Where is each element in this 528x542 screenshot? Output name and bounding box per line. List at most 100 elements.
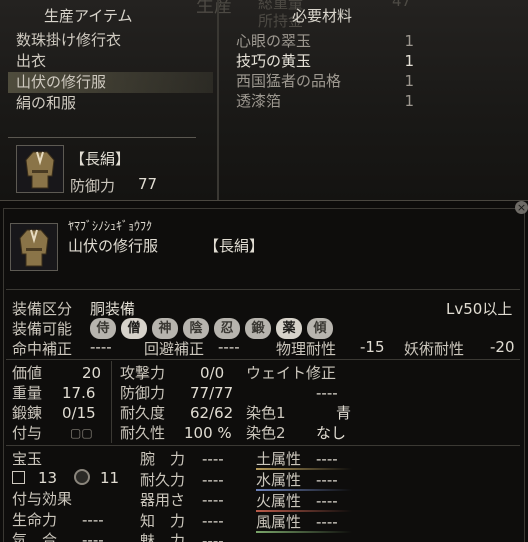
attribute-label: 知 力 [140, 511, 186, 530]
endurance-label: 耐久性 [120, 424, 166, 442]
ki-label: 気 合 [12, 531, 58, 542]
dye1-label: 染色1 [246, 404, 286, 422]
defense-label: 防御力 [120, 384, 166, 402]
hit-correction-label: 命中補正 [12, 340, 73, 358]
durability-label: 耐久度 [120, 404, 166, 422]
weight-value: 17.6 [62, 384, 96, 402]
equip-classes-label: 装備可能 [12, 320, 73, 338]
production-panel: 生産 総重量 所持金 47 生産アイテム 必要材料 数珠掛け修行衣 出衣 山伏の修行… [0, 0, 528, 200]
grant-slots: ▢▢ [70, 426, 93, 440]
element-value: ---- [316, 450, 338, 468]
class-tag: 傾 [307, 318, 333, 339]
ki-value: ---- [82, 531, 104, 542]
price-value: 20 [82, 364, 102, 382]
separator [6, 445, 520, 446]
item-grade: 【長絹】 [204, 237, 265, 255]
separator [111, 361, 112, 443]
defense-value: 77/77 [190, 384, 234, 402]
item-detail-panel: × ﾔﾏﾌﾞｼﾉｼｭｷﾞｮｳﾌｸ 山伏の修行服 【長絹】 装備区分 胴装備 Lv… [0, 200, 528, 542]
element-bar [256, 531, 352, 533]
material-quantity: 1 [404, 52, 414, 70]
robe-icon [25, 151, 55, 189]
element-label: 土属性 [256, 450, 302, 468]
class-tag: 忍 [214, 318, 240, 339]
life-value: ---- [82, 511, 104, 529]
material-row: 技巧の黄玉 1 [226, 51, 426, 71]
evade-correction-value: ---- [218, 338, 240, 356]
preview-defense-value: 77 [138, 175, 158, 193]
magic-resist-label: 妖術耐性 [404, 340, 465, 358]
magic-resist-value: -20 [490, 338, 515, 356]
hit-correction-value: ---- [90, 338, 112, 356]
class-tag: 鍛 [245, 318, 271, 339]
preview-grade: 【長絹】 [70, 150, 131, 168]
evade-correction-label: 回避補正 [144, 340, 205, 358]
physical-resist-value: -15 [360, 338, 385, 356]
material-quantity: 1 [404, 72, 414, 90]
item-icon [10, 223, 58, 271]
class-tag: 神 [152, 318, 178, 339]
endurance-value: 100 % [184, 424, 232, 442]
robe-icon [19, 229, 49, 267]
grant-label: 付与 [12, 424, 43, 442]
class-tag: 僧 [121, 318, 147, 339]
item-kana: ﾔﾏﾌﾞｼﾉｼｭｷﾞｮｳﾌｸ [68, 219, 153, 233]
attribute-value: ---- [202, 450, 224, 468]
attribute-label: 腕 力 [140, 450, 186, 468]
square-gem-count: 13 [38, 469, 58, 487]
material-row: 心眼の翠玉 1 [226, 31, 426, 51]
material-row: 西国猛者の品格 1 [226, 71, 426, 91]
circle-gem-count: 11 [100, 469, 120, 487]
dye1-value: 青 [336, 404, 352, 422]
element-label: 水属性 [256, 471, 302, 489]
material-quantity: 1 [404, 92, 414, 110]
production-item[interactable]: 絹の和服 [8, 93, 213, 114]
material-name: 技巧の黄玉 [236, 52, 312, 70]
production-item[interactable]: 出衣 [8, 51, 213, 72]
column-divider [217, 0, 219, 200]
forge-label: 鍛錬 [12, 404, 43, 422]
separator [6, 289, 520, 290]
physical-resist-label: 物理耐性 [276, 340, 337, 358]
circle-gem-icon [74, 469, 90, 485]
class-tag: 陰 [183, 318, 209, 339]
attribute-label: 魅 力 [140, 532, 186, 542]
attack-value: 0/0 [200, 364, 225, 382]
element-value: ---- [316, 471, 338, 489]
preview-defense-label: 防御力 [70, 177, 116, 195]
grant-effect-label: 付与効果 [12, 490, 73, 508]
attack-label: 攻撃力 [120, 364, 166, 382]
close-button[interactable]: × [515, 201, 528, 214]
attribute-label: 器用さ [140, 491, 186, 509]
square-gem-icon [12, 471, 25, 484]
preview-item-icon [16, 145, 64, 193]
material-name: 西国猛者の品格 [236, 72, 342, 90]
dye2-value: なし [316, 424, 347, 442]
attribute-value: ---- [202, 511, 224, 530]
level-requirement: Lv50以上 [446, 300, 513, 318]
attribute-label: 耐久力 [140, 470, 186, 489]
class-tag: 薬 [276, 318, 302, 339]
element-value: ---- [316, 513, 338, 531]
bg-production-title: 生産 [196, 0, 232, 17]
element-label: 風属性 [256, 513, 302, 531]
gem-label: 宝玉 [12, 450, 43, 468]
weight-mod-value: ---- [316, 384, 338, 402]
bg-number: 47 [392, 0, 412, 10]
price-label: 価値 [12, 364, 43, 382]
material-quantity: 1 [404, 32, 414, 50]
material-row: 透漆箔 1 [226, 91, 426, 111]
equip-slot-label: 装備区分 [12, 300, 73, 318]
close-icon: × [516, 201, 527, 214]
attribute-value: ---- [202, 470, 224, 489]
equip-slot-value: 胴装備 [90, 300, 136, 318]
durability-value: 62/62 [190, 404, 234, 422]
separator [6, 359, 520, 360]
weight-mod-label: ウェイト修正 [246, 364, 337, 382]
material-name: 透漆箔 [236, 92, 282, 110]
dye2-label: 染色2 [246, 424, 286, 442]
class-tag: 侍 [90, 318, 116, 339]
production-item[interactable]: 数珠掛け修行衣 [8, 30, 213, 51]
element-label: 火属性 [256, 492, 302, 510]
production-item[interactable]: 山伏の修行服 [8, 72, 213, 93]
